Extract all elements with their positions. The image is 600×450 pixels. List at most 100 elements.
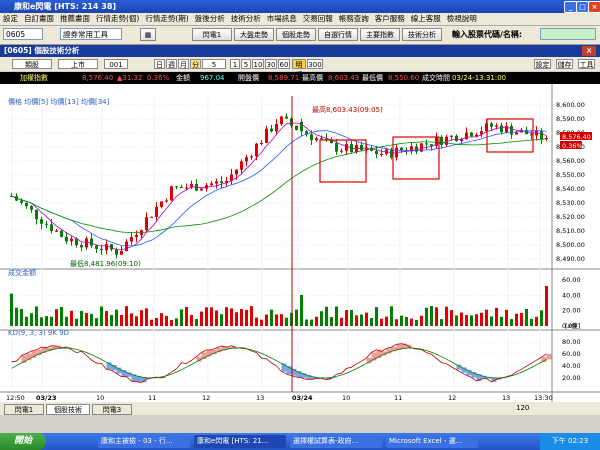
volume-bar [350,310,353,326]
volume-bar [405,316,408,326]
toolbar-btn-4[interactable]: 自選行情 [318,28,358,41]
tool-select[interactable]: 證券常用工具 [60,28,122,40]
period-month[interactable]: 月 [178,59,189,69]
candle-body [470,132,473,137]
candle-body [510,125,513,135]
tab-flash1[interactable]: 閃電1 [4,404,44,415]
menu-item-9[interactable]: 帳務查詢 [336,13,372,25]
interval-select[interactable]: 5 [202,59,226,69]
volume-bar [260,319,263,326]
volume-bar [40,317,43,326]
volume-bar [370,318,373,326]
volume-bar [165,315,168,326]
volume-bar [365,312,368,326]
toolbar-btn-2[interactable]: 大盤走勢 [234,28,274,41]
candle-body [495,125,498,127]
candle-body [185,187,188,189]
tools-button[interactable]: 工具 [578,59,595,69]
interval-1[interactable]: 1 [230,59,240,69]
candle-body [255,143,258,157]
period-week[interactable]: 週 [166,59,177,69]
ma34-line [11,138,547,234]
candle-body [35,209,38,220]
candle-body [30,206,33,210]
volume-bar [50,316,53,326]
toolbar-btn-1[interactable]: 閃電1 [192,28,232,41]
tab-flash3[interactable]: 閃電3 [92,404,132,415]
volume-bar [505,309,508,326]
candlestick-chart[interactable]: 8,600.008,590.008,580.008,570.008,560.00… [0,84,600,402]
volume-bar [535,316,538,326]
candle-body [310,134,313,141]
tag-300[interactable]: 300 [307,59,323,69]
interval-30[interactable]: 30 [265,59,277,69]
menu-item-11[interactable]: 線上客服 [408,13,444,25]
volume-bar [45,316,48,326]
menu-item-2[interactable]: 推薦畫面 [57,13,93,25]
period-minute[interactable]: 分 [190,59,201,69]
candle-body [270,128,273,132]
menu-item-3[interactable]: 行情走勢(個) [93,13,142,25]
taskbar-item-2[interactable]: 康和e閃電 [HTS: 21... [194,435,286,448]
menu-item-7[interactable]: 市場訊息 [264,13,300,25]
menu-item-5[interactable]: 盤後分析 [192,13,228,25]
menu-item-10[interactable]: 客戶服務 [372,13,408,25]
period-day[interactable]: 日 [154,59,165,69]
print-icon[interactable]: ▦ [140,28,156,41]
detail-toggle[interactable]: 明細 [292,59,306,79]
candle-body [380,153,383,155]
volume-bar [445,306,448,326]
toolbar-btn-3[interactable]: 個股走勢 [276,28,316,41]
taskbar-item-4[interactable]: Microsoft Excel - 選... [386,435,478,448]
menu-item-8[interactable]: 交易回報 [300,13,336,25]
candle-body [130,237,133,242]
time-label: 成交時間 [422,74,450,82]
tab-tech[interactable]: 個股技術 [46,404,90,415]
settings-button[interactable]: 設定 [534,59,551,69]
low-annotation: 最低8,481.96(09:10) [70,259,141,268]
menu-item-12[interactable]: 檢視說明 [444,13,480,25]
kd-tick-label: 80.00 [562,338,581,346]
menu-item-6[interactable]: 技術分析 [228,13,264,25]
interval-5[interactable]: 5 [241,59,251,69]
volume-bar [420,315,423,326]
volume-bar [515,313,518,326]
panel-close-icon[interactable]: × [582,46,596,56]
interval-10[interactable]: 10 [252,59,264,69]
menu-item-0[interactable]: 設定 [0,13,21,25]
chart-area[interactable]: 8,600.008,590.008,580.008,570.008,560.00… [0,84,600,402]
volume-bar [120,314,123,326]
taskbar-item-3[interactable]: 選擇權試算表-政府... [290,435,382,448]
search-input[interactable] [540,28,596,40]
zoom-level[interactable]: 120 [516,404,529,412]
volume-bar [245,309,248,326]
volume-tick-label: 20.00 [562,307,581,315]
volume-bar [295,309,298,326]
volume-bar [145,308,148,326]
panel-title-bar: [0605] 個股技術分析 × [0,45,600,57]
taskbar-item-1[interactable]: 康和主被檢 - 03 - 行... [98,435,190,448]
market-select[interactable]: 上市 [58,59,98,69]
stock-code-input[interactable]: 0605 [3,28,43,40]
volume-bar [205,307,208,326]
volume-bar [185,306,188,326]
candle-body [220,181,223,183]
toolbar-btn-5[interactable]: 主要指數 [360,28,400,41]
save-button[interactable]: 儲存 [556,59,573,69]
close-icon[interactable]: × [588,1,600,13]
candle-body [145,217,148,231]
toolbar-btn-6[interactable]: 技術分析 [402,28,442,41]
interval-60[interactable]: 60 [278,59,290,69]
volume-bar [10,293,13,326]
price-tick-label: 8,560.00 [556,157,585,165]
category-select[interactable]: 類股 [12,59,52,69]
volume-bar [70,310,73,326]
kd-tick-label: 40.00 [562,362,581,370]
volume-bar [170,319,173,326]
volume-bar [75,318,78,326]
candle-body [115,249,118,255]
code-select[interactable]: 001 [104,59,128,69]
menu-item-4[interactable]: 行情走勢(期) [142,13,191,25]
menu-item-1[interactable]: 自訂畫面 [21,13,57,25]
start-button[interactable]: 開始 [0,433,46,450]
